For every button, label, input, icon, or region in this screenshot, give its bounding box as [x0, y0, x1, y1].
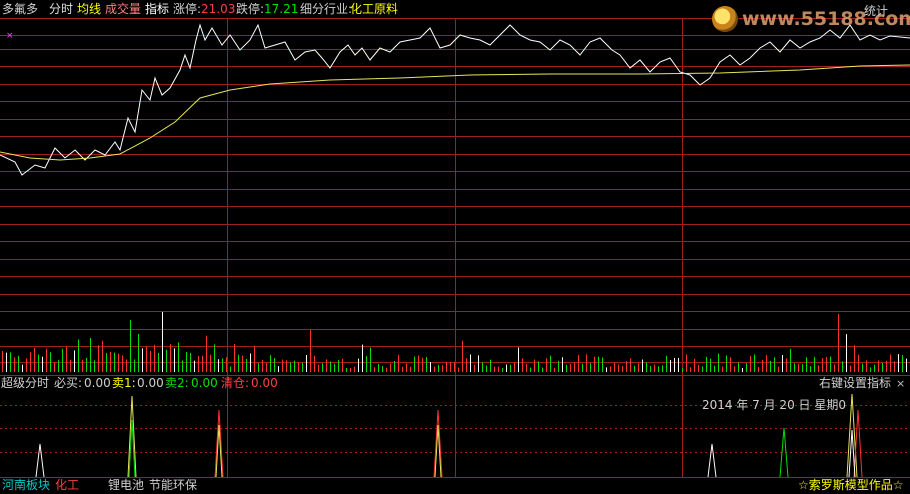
chart-canvas[interactable]: × [0, 0, 910, 494]
industry-label: 细分行业: [300, 2, 353, 16]
signal-spike [707, 443, 717, 478]
stats-button[interactable]: 统计 [864, 2, 888, 19]
limit-down-label: 跌停: [236, 2, 265, 16]
tab-junxian[interactable]: 均线 [77, 2, 101, 16]
footer-concept-2[interactable]: 节能环保 [149, 478, 197, 492]
tab-chengjiaoliang[interactable]: 成交量 [105, 2, 141, 16]
tab-zhibiao[interactable]: 指标 [145, 2, 169, 16]
date-text: 2014 年 7 月 20 日 星期0 [702, 398, 846, 412]
signal-spike [35, 443, 45, 478]
indicator-header: 超级分时 必买: 0.00 卖1: 0.00 卖2: 0.00 清仓: 0.00… [0, 376, 910, 392]
buy-label: 必买: [54, 376, 83, 390]
indicator-title[interactable]: 超级分时 [1, 376, 49, 390]
footer-bar: 河南板块 化工 锂电池 节能环保 ☆索罗斯模型作品☆ [0, 478, 910, 494]
limit-up-value: 21.03 [201, 2, 236, 16]
stock-name: 多氟多 [2, 2, 39, 16]
clear-label: 清仓: [221, 376, 250, 390]
footer-credit: ☆索罗斯模型作品☆ [798, 478, 904, 492]
clear-value: 0.00 [251, 376, 278, 390]
right-click-settings[interactable]: 右键设置指标 [819, 376, 891, 390]
marker-icon: × [6, 31, 14, 41]
tab-fenshi[interactable]: 分时 [49, 2, 73, 16]
watermark-logo-icon [712, 6, 738, 32]
sell1-label: 卖1: [112, 376, 136, 390]
sell2-value: 0.00 [191, 376, 218, 390]
footer-sector[interactable]: 化工 [55, 478, 79, 492]
watermark: www.55188.com [712, 6, 910, 32]
limit-down-value: 17.21 [264, 2, 299, 16]
footer-concept-1[interactable]: 锂电池 [108, 478, 144, 492]
close-icon[interactable]: × [896, 377, 905, 390]
buy-value: 0.00 [84, 376, 111, 390]
industry-value: 化工原料 [350, 2, 399, 16]
limit-up-label: 涨停: [173, 2, 202, 16]
sell2-label: 卖2: [165, 376, 189, 390]
footer-region[interactable]: 河南板块 [2, 478, 50, 492]
sell1-value: 0.00 [137, 376, 164, 390]
